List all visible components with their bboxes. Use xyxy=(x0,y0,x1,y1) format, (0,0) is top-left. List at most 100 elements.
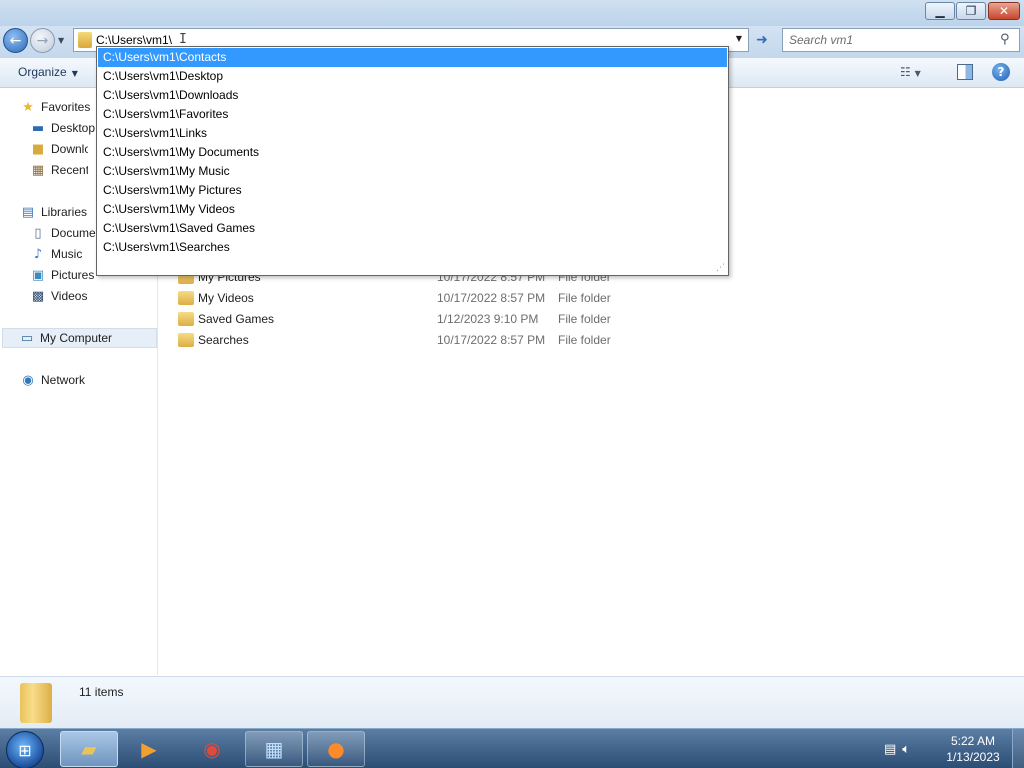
start-button[interactable]: ⊞ xyxy=(6,731,44,768)
autocomplete-item[interactable]: C:\Users\vm1\My Documents xyxy=(98,143,727,162)
file-type: File folder xyxy=(558,291,611,305)
autocomplete-item[interactable]: C:\Users\vm1\Downloads xyxy=(98,86,727,105)
folder-icon xyxy=(178,333,194,347)
organize-button[interactable]: Organize ▼ xyxy=(18,65,78,79)
system-tray: ▤ 🔈︎ xyxy=(884,737,934,761)
address-dropdown-button[interactable]: ▼ xyxy=(732,34,746,46)
sidebar-item-downloads[interactable]: ■ Downloads xyxy=(30,139,88,159)
show-desktop-button[interactable] xyxy=(1012,729,1024,768)
computer-icon: ▭ xyxy=(20,330,34,346)
chevron-down-icon: ▼ xyxy=(735,34,743,43)
explorer-folder-icon: ▰ xyxy=(81,737,97,761)
sidebar-item-label: Downloads xyxy=(51,142,88,156)
autocomplete-item[interactable]: C:\Users\vm1\Saved Games xyxy=(98,219,727,238)
title-bar: ▁ ❐ ✕ xyxy=(0,0,1024,26)
close-icon: ✕ xyxy=(998,4,1010,18)
folder-icon xyxy=(178,312,194,326)
minimize-icon: ▁ xyxy=(935,4,945,18)
search-icon[interactable]: ⚲ xyxy=(1000,32,1014,47)
sidebar-item-videos[interactable]: ▩ Videos xyxy=(30,286,156,306)
address-autocomplete-list: C:\Users\vm1\Contacts C:\Users\vm1\Deskt… xyxy=(96,46,729,276)
recent-places-icon: ▦ xyxy=(31,162,45,178)
network-icon: ◉ xyxy=(22,372,34,388)
autocomplete-item[interactable]: C:\Users\vm1\Desktop xyxy=(98,67,727,86)
search-input[interactable] xyxy=(789,32,989,48)
preview-pane-button[interactable] xyxy=(957,64,973,80)
go-button[interactable]: ➜ xyxy=(751,29,773,51)
file-type: File folder xyxy=(558,312,611,326)
taskbar-media-player[interactable]: ▶ xyxy=(120,731,178,767)
help-icon: ? xyxy=(997,65,1005,79)
clock[interactable]: 5:22 AM 1/13/2023 xyxy=(940,733,1006,765)
back-button[interactable]: ← xyxy=(3,28,28,53)
close-button[interactable]: ✕ xyxy=(988,2,1020,20)
file-name: My Videos xyxy=(198,291,254,305)
videos-icon: ▩ xyxy=(31,288,45,304)
desktop-icon: ▬ xyxy=(31,120,45,136)
back-arrow-icon: ← xyxy=(9,32,22,49)
minimize-button[interactable]: ▁ xyxy=(925,2,955,20)
autocomplete-item[interactable]: C:\Users\vm1\My Videos xyxy=(98,200,727,219)
music-icon: ♪ xyxy=(33,246,43,262)
file-date: 10/17/2022 8:57 PM xyxy=(437,291,546,305)
sidebar-item-label: Documents xyxy=(51,226,96,240)
file-date: 1/12/2023 9:10 PM xyxy=(437,312,539,326)
autocomplete-item[interactable]: C:\Users\vm1\Searches xyxy=(98,238,727,257)
go-arrow-icon: ➜ xyxy=(756,32,768,48)
autocomplete-item[interactable]: C:\Users\vm1\My Music xyxy=(98,162,727,181)
chrome-icon: ◉ xyxy=(203,737,221,761)
chevron-down-icon: ▼ xyxy=(58,35,65,45)
help-button[interactable]: ? xyxy=(992,63,1010,81)
sidebar-item-network[interactable]: ◉ Network xyxy=(20,370,156,390)
windows-logo-icon: ⊞ xyxy=(18,740,32,760)
sidebar-item-label: Desktop xyxy=(51,121,96,135)
autocomplete-item[interactable]: C:\Users\vm1\Links xyxy=(98,124,727,143)
sidebar-item-label: Favorites xyxy=(41,100,91,114)
sidebar-item-my-computer[interactable]: ▭ My Computer xyxy=(2,328,157,348)
taskbar-explorer[interactable]: ▰ xyxy=(60,731,118,767)
documents-icon: ▯ xyxy=(34,225,42,241)
restore-button[interactable]: ❐ xyxy=(956,2,986,20)
taskbar-control-panel[interactable]: ▦ xyxy=(245,731,303,767)
autocomplete-item[interactable]: C:\Users\vm1\Contacts xyxy=(98,48,727,67)
views-button[interactable]: ☷ ▼ xyxy=(900,65,940,81)
restore-icon: ❐ xyxy=(965,4,977,18)
sidebar-item-recent-places[interactable]: ▦ Recent Places xyxy=(30,160,88,180)
search-box[interactable]: ⚲ xyxy=(782,28,1020,52)
chevron-down-icon: ▼ xyxy=(71,69,78,78)
file-date: 10/17/2022 8:57 PM xyxy=(437,333,546,347)
firefox-icon: ● xyxy=(327,737,345,761)
sidebar-item-label: Music xyxy=(51,247,83,261)
details-pane: 11 items xyxy=(0,676,1024,728)
volume-icon[interactable]: 🔈︎ xyxy=(902,742,910,757)
folder-icon xyxy=(78,32,92,48)
sidebar-item-documents[interactable]: ▯ Documents xyxy=(30,223,96,243)
sidebar-item-label: Videos xyxy=(51,289,88,303)
network-status-icon[interactable]: ▤ xyxy=(884,742,896,757)
folder-icon xyxy=(178,291,194,305)
taskbar-chrome[interactable]: ◉ xyxy=(183,731,241,767)
downloads-folder-icon: ■ xyxy=(31,141,45,157)
taskbar-firefox[interactable]: ● xyxy=(307,731,365,767)
chevron-down-icon: ▼ xyxy=(914,69,921,78)
file-name: Saved Games xyxy=(198,312,275,326)
sidebar-item-label: Pictures xyxy=(51,268,95,282)
resize-grip-icon[interactable]: ⋰ xyxy=(716,263,726,273)
view-list-icon: ☷ xyxy=(900,65,911,79)
taskbar: ⊞ ▰ ▶ ◉ ▦ ● ▤ 🔈︎ 5:22 AM 1/13/2023 xyxy=(0,728,1024,768)
file-type: File folder xyxy=(558,333,611,347)
sidebar-item-label: Recent Places xyxy=(51,163,88,177)
folder-icon xyxy=(20,683,52,723)
recent-pages-dropdown[interactable]: ▼ xyxy=(58,32,68,48)
file-row[interactable]: Saved Games 1/12/2023 9:10 PM File folde… xyxy=(176,309,696,330)
file-row[interactable]: Searches 10/17/2022 8:57 PM File folder xyxy=(176,330,696,351)
forward-button[interactable]: → xyxy=(30,28,55,53)
clock-time: 5:22 AM xyxy=(950,734,996,748)
autocomplete-item[interactable]: C:\Users\vm1\Favorites xyxy=(98,105,727,124)
control-panel-icon: ▦ xyxy=(264,737,284,761)
file-row[interactable]: My Videos 10/17/2022 8:57 PM File folder xyxy=(176,288,696,309)
sidebar-item-label: Network xyxy=(41,373,86,387)
pictures-icon: ▣ xyxy=(31,267,45,283)
autocomplete-item[interactable]: C:\Users\vm1\My Pictures xyxy=(98,181,727,200)
libraries-icon: ▤ xyxy=(21,204,35,220)
